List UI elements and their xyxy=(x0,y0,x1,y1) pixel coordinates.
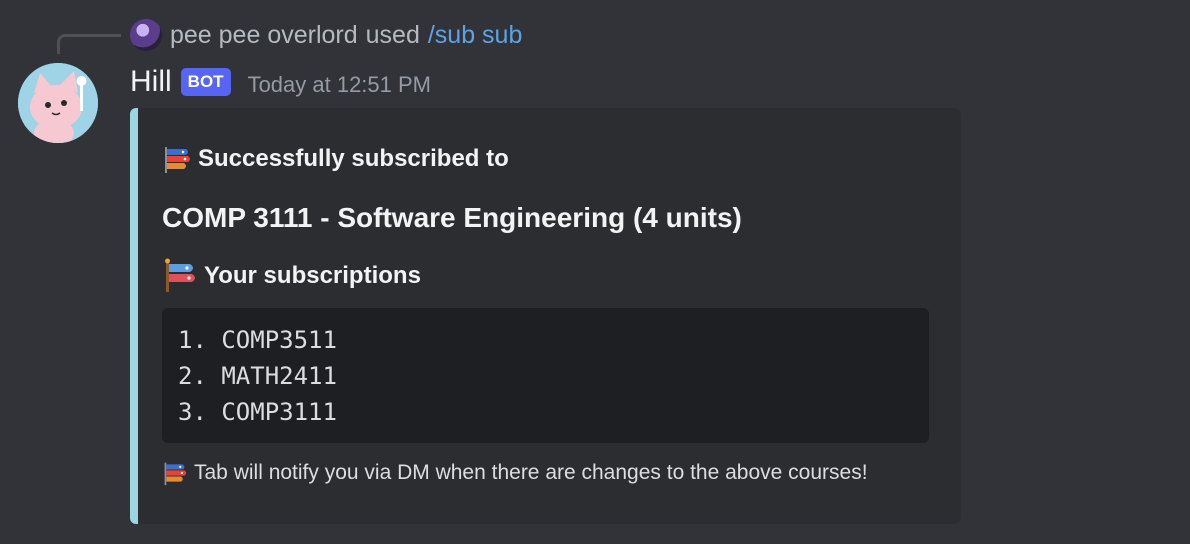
reply-connector xyxy=(57,34,121,54)
reply-context[interactable]: pee pee overlord used /sub sub xyxy=(130,16,522,54)
subscriptions-heading: Your subscriptions xyxy=(162,258,421,294)
embed-title-text: Successfully subscribed to xyxy=(198,145,509,172)
reply-username[interactable]: pee pee overlord xyxy=(170,21,358,50)
message-embed: Successfully subscribed to COMP 3111 - S… xyxy=(130,108,961,524)
course-name: COMP 3111 - Software Engineering (4 unit… xyxy=(162,202,742,233)
chat-message: pee pee overlord used /sub sub Hill BOT … xyxy=(0,0,1190,544)
cat-avatar-icon xyxy=(18,63,98,143)
bot-avatar[interactable] xyxy=(18,63,98,143)
carp-streamer-icon xyxy=(165,258,195,292)
subscriptions-heading-text: Your subscriptions xyxy=(204,262,421,289)
carp-streamer-icon xyxy=(165,147,190,173)
reply-used-text: used xyxy=(365,20,420,49)
subscription-item: 2. MATH2411 xyxy=(178,362,337,390)
reply-avatar[interactable] xyxy=(130,19,162,51)
subscriptions-codeblock: 1. COMP3511 2. MATH2411 3. COMP3111 xyxy=(162,308,929,443)
message-timestamp[interactable]: Today at 12:51 PM xyxy=(248,66,431,98)
message-header: Hill BOT Today at 12:51 PM xyxy=(130,62,431,102)
subscription-item: 1. COMP3511 xyxy=(178,326,337,354)
embed-footer-text: Tab will notify you via DM when there ar… xyxy=(194,461,868,484)
embed-footer-note: Tab will notify you via DM when there ar… xyxy=(162,460,868,486)
subscription-item: 3. COMP3111 xyxy=(178,398,337,426)
carp-streamer-icon xyxy=(164,462,187,486)
slash-command-link[interactable]: /sub sub xyxy=(428,21,523,50)
embed-title: Successfully subscribed to xyxy=(162,144,509,174)
username[interactable]: Hill xyxy=(130,65,172,99)
bot-badge: BOT xyxy=(180,68,231,96)
